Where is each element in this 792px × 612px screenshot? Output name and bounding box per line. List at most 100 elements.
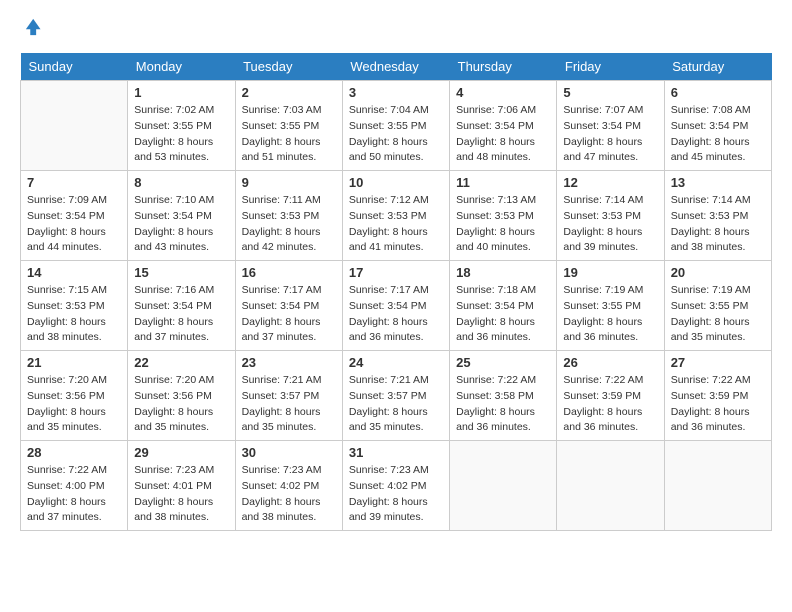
calendar-cell: 20 Sunrise: 7:19 AMSunset: 3:55 PMDayligh… (664, 261, 771, 351)
calendar-cell: 8 Sunrise: 7:10 AMSunset: 3:54 PMDaylight… (128, 171, 235, 261)
calendar-cell: 17 Sunrise: 7:17 AMSunset: 3:54 PMDayligh… (342, 261, 449, 351)
day-number: 7 (27, 175, 121, 190)
day-info: Sunrise: 7:08 AMSunset: 3:54 PMDaylight:… (671, 103, 765, 166)
day-number: 28 (27, 445, 121, 460)
calendar-cell: 16 Sunrise: 7:17 AMSunset: 3:54 PMDayligh… (235, 261, 342, 351)
calendar-cell: 24 Sunrise: 7:21 AMSunset: 3:57 PMDayligh… (342, 351, 449, 441)
day-number: 29 (134, 445, 228, 460)
calendar-cell: 23 Sunrise: 7:21 AMSunset: 3:57 PMDayligh… (235, 351, 342, 441)
calendar-cell (557, 441, 664, 531)
calendar-cell (21, 81, 128, 171)
day-header-saturday: Saturday (664, 53, 771, 81)
day-info: Sunrise: 7:11 AMSunset: 3:53 PMDaylight:… (242, 193, 336, 256)
day-info: Sunrise: 7:22 AMSunset: 4:00 PMDaylight:… (27, 463, 121, 526)
day-info: Sunrise: 7:14 AMSunset: 3:53 PMDaylight:… (563, 193, 657, 256)
calendar-header: SundayMondayTuesdayWednesdayThursdayFrid… (21, 53, 772, 81)
day-info: Sunrise: 7:21 AMSunset: 3:57 PMDaylight:… (349, 373, 443, 436)
day-info: Sunrise: 7:20 AMSunset: 3:56 PMDaylight:… (27, 373, 121, 436)
calendar-cell: 28 Sunrise: 7:22 AMSunset: 4:00 PMDayligh… (21, 441, 128, 531)
calendar-cell: 9 Sunrise: 7:11 AMSunset: 3:53 PMDaylight… (235, 171, 342, 261)
calendar-cell: 7 Sunrise: 7:09 AMSunset: 3:54 PMDaylight… (21, 171, 128, 261)
calendar-cell: 3 Sunrise: 7:04 AMSunset: 3:55 PMDaylight… (342, 81, 449, 171)
day-number: 18 (456, 265, 550, 280)
day-info: Sunrise: 7:15 AMSunset: 3:53 PMDaylight:… (27, 283, 121, 346)
day-info: Sunrise: 7:23 AMSunset: 4:02 PMDaylight:… (349, 463, 443, 526)
logo (20, 16, 46, 43)
day-number: 3 (349, 85, 443, 100)
day-number: 19 (563, 265, 657, 280)
day-number: 8 (134, 175, 228, 190)
day-info: Sunrise: 7:16 AMSunset: 3:54 PMDaylight:… (134, 283, 228, 346)
day-info: Sunrise: 7:10 AMSunset: 3:54 PMDaylight:… (134, 193, 228, 256)
day-info: Sunrise: 7:23 AMSunset: 4:02 PMDaylight:… (242, 463, 336, 526)
day-number: 15 (134, 265, 228, 280)
calendar-cell: 5Sunrise: 7:07 AMSunset: 3:54 PMDaylight… (557, 81, 664, 171)
day-number: 22 (134, 355, 228, 370)
calendar-week-4: 21Sunrise: 7:20 AMSunset: 3:56 PMDayligh… (21, 351, 772, 441)
day-info: Sunrise: 7:12 AMSunset: 3:53 PMDaylight:… (349, 193, 443, 256)
calendar-cell: 14 Sunrise: 7:15 AMSunset: 3:53 PMDayligh… (21, 261, 128, 351)
day-header-wednesday: Wednesday (342, 53, 449, 81)
day-number: 30 (242, 445, 336, 460)
day-header-sunday: Sunday (21, 53, 128, 81)
calendar-cell: 13Sunrise: 7:14 AMSunset: 3:53 PMDayligh… (664, 171, 771, 261)
calendar-week-3: 14 Sunrise: 7:15 AMSunset: 3:53 PMDayligh… (21, 261, 772, 351)
calendar-cell: 15 Sunrise: 7:16 AMSunset: 3:54 PMDayligh… (128, 261, 235, 351)
day-number: 2 (242, 85, 336, 100)
day-info: Sunrise: 7:22 AMSunset: 3:58 PMDaylight:… (456, 373, 550, 436)
calendar-cell: 12Sunrise: 7:14 AMSunset: 3:53 PMDayligh… (557, 171, 664, 261)
day-number: 25 (456, 355, 550, 370)
calendar-cell: 11 Sunrise: 7:13 AMSunset: 3:53 PMDayligh… (450, 171, 557, 261)
day-info: Sunrise: 7:17 AMSunset: 3:54 PMDaylight:… (242, 283, 336, 346)
day-number: 6 (671, 85, 765, 100)
day-info: Sunrise: 7:22 AMSunset: 3:59 PMDaylight:… (671, 373, 765, 436)
calendar-cell: 19 Sunrise: 7:19 AMSunset: 3:55 PMDayligh… (557, 261, 664, 351)
calendar-cell: 29 Sunrise: 7:23 AMSunset: 4:01 PMDayligh… (128, 441, 235, 531)
day-info: Sunrise: 7:19 AMSunset: 3:55 PMDaylight:… (671, 283, 765, 346)
day-info: Sunrise: 7:23 AMSunset: 4:01 PMDaylight:… (134, 463, 228, 526)
calendar-cell: 30 Sunrise: 7:23 AMSunset: 4:02 PMDayligh… (235, 441, 342, 531)
day-info: Sunrise: 7:17 AMSunset: 3:54 PMDaylight:… (349, 283, 443, 346)
day-info: Sunrise: 7:18 AMSunset: 3:54 PMDaylight:… (456, 283, 550, 346)
calendar-cell: 31 Sunrise: 7:23 AMSunset: 4:02 PMDayligh… (342, 441, 449, 531)
calendar-cell (450, 441, 557, 531)
calendar-week-5: 28 Sunrise: 7:22 AMSunset: 4:00 PMDayligh… (21, 441, 772, 531)
day-number: 16 (242, 265, 336, 280)
day-number: 1 (134, 85, 228, 100)
day-number: 23 (242, 355, 336, 370)
day-info: Sunrise: 7:19 AMSunset: 3:55 PMDaylight:… (563, 283, 657, 346)
calendar-cell: 25 Sunrise: 7:22 AMSunset: 3:58 PMDayligh… (450, 351, 557, 441)
day-number: 14 (27, 265, 121, 280)
calendar-cell: 26Sunrise: 7:22 AMSunset: 3:59 PMDayligh… (557, 351, 664, 441)
calendar-cell: 2 Sunrise: 7:03 AMSunset: 3:55 PMDaylight… (235, 81, 342, 171)
calendar-cell: 21Sunrise: 7:20 AMSunset: 3:56 PMDayligh… (21, 351, 128, 441)
day-number: 10 (349, 175, 443, 190)
day-header-thursday: Thursday (450, 53, 557, 81)
day-number: 4 (456, 85, 550, 100)
calendar-week-1: 1 Sunrise: 7:02 AMSunset: 3:55 PMDaylight… (21, 81, 772, 171)
day-number: 20 (671, 265, 765, 280)
day-info: Sunrise: 7:21 AMSunset: 3:57 PMDaylight:… (242, 373, 336, 436)
day-info: Sunrise: 7:09 AMSunset: 3:54 PMDaylight:… (27, 193, 121, 256)
calendar-cell: 1 Sunrise: 7:02 AMSunset: 3:55 PMDaylight… (128, 81, 235, 171)
day-number: 31 (349, 445, 443, 460)
day-info: Sunrise: 7:03 AMSunset: 3:55 PMDaylight:… (242, 103, 336, 166)
day-number: 24 (349, 355, 443, 370)
day-info: Sunrise: 7:22 AMSunset: 3:59 PMDaylight:… (563, 373, 657, 436)
day-number: 9 (242, 175, 336, 190)
day-number: 27 (671, 355, 765, 370)
day-info: Sunrise: 7:06 AMSunset: 3:54 PMDaylight:… (456, 103, 550, 166)
day-header-friday: Friday (557, 53, 664, 81)
day-header-tuesday: Tuesday (235, 53, 342, 81)
day-number: 17 (349, 265, 443, 280)
day-info: Sunrise: 7:02 AMSunset: 3:55 PMDaylight:… (134, 103, 228, 166)
page-header (20, 16, 772, 43)
day-info: Sunrise: 7:20 AMSunset: 3:56 PMDaylight:… (134, 373, 228, 436)
day-number: 11 (456, 175, 550, 190)
day-info: Sunrise: 7:04 AMSunset: 3:55 PMDaylight:… (349, 103, 443, 166)
day-info: Sunrise: 7:13 AMSunset: 3:53 PMDaylight:… (456, 193, 550, 256)
calendar-cell: 22 Sunrise: 7:20 AMSunset: 3:56 PMDayligh… (128, 351, 235, 441)
calendar-cell: 18 Sunrise: 7:18 AMSunset: 3:54 PMDayligh… (450, 261, 557, 351)
calendar-cell: 4 Sunrise: 7:06 AMSunset: 3:54 PMDaylight… (450, 81, 557, 171)
calendar-cell: 6 Sunrise: 7:08 AMSunset: 3:54 PMDaylight… (664, 81, 771, 171)
